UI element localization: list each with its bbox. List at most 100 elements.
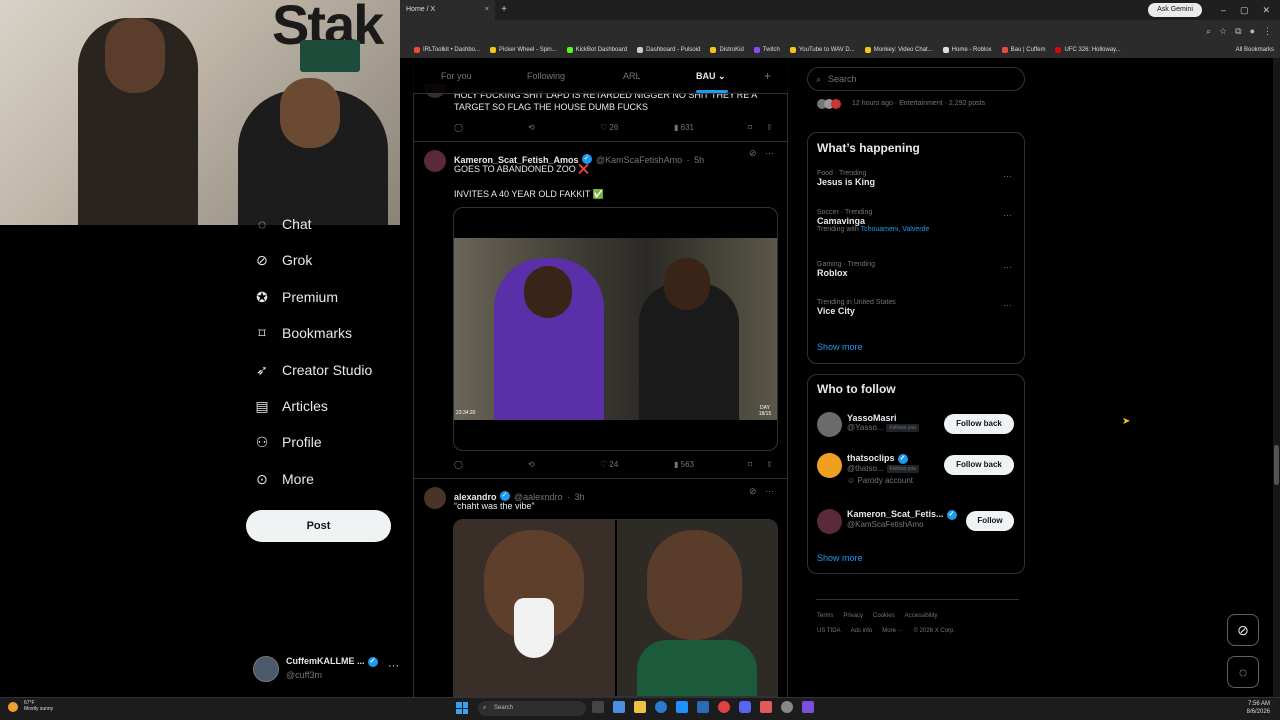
bookmark-item[interactable]: KickBot Dashboard [566,47,627,53]
post-button[interactable]: Post [246,510,391,542]
tab-bau[interactable]: BAU ⌄ [696,58,726,94]
trend-more-icon[interactable]: ··· [1003,262,1012,272]
app-icon[interactable] [613,701,625,713]
nav-item-more[interactable]: ⊙ More [254,464,314,494]
chrome-icon[interactable] [718,701,730,713]
app-icon[interactable] [676,701,688,713]
weather-widget[interactable]: 67°F Mostly sunny [8,700,53,712]
tweet-time[interactable]: 3h [575,492,585,502]
footer-terms[interactable]: Terms [817,613,833,619]
account-name[interactable]: CuffemKALLME ... ✓ [286,656,378,667]
share-icon[interactable]: ⇪ [766,123,773,132]
follow-avatar[interactable] [817,412,842,437]
nav-item-grok[interactable]: ⊘ Grok [254,245,312,275]
bookmark-tweet-icon[interactable]: ⌑ [748,123,752,132]
like-button[interactable]: ♡ 26 [600,123,618,132]
grok-icon[interactable]: ⊘ [749,148,757,159]
grok-fab-icon[interactable]: ⊘ [1227,614,1259,646]
scrollbar-thumb[interactable] [1274,445,1279,485]
bookmark-item[interactable]: Picker Wheel - Spin... [490,47,557,53]
extensions-icon[interactable]: ⧉ [1235,26,1241,37]
minimize-icon[interactable]: – [1221,5,1226,15]
follow-avatar[interactable] [817,509,842,534]
trend-item[interactable]: Soccer · Trending Camavinga Trending wit… [817,209,1017,233]
bookmark-tweet-icon[interactable]: ⌑ [748,460,752,469]
footer-ads-info[interactable]: Ads info [851,628,873,634]
tab-for-you[interactable]: For you [441,58,472,94]
messages-fab-icon[interactable]: ◌ [1227,656,1259,688]
windows-start-icon[interactable] [456,702,468,714]
app-icon[interactable] [802,701,814,713]
taskbar-search[interactable]: ⌕ Search [478,701,586,716]
footer-cookies[interactable]: Cookies [873,613,895,619]
account-avatar[interactable] [253,656,279,682]
nav-item-profile[interactable]: ⚇ Profile [254,427,322,457]
tab-arl[interactable]: ARL [623,58,641,94]
tweet-more-icon[interactable]: ··· [765,148,774,158]
app-icon[interactable] [697,701,709,713]
follow-back-button[interactable]: Follow back [944,414,1014,434]
tweet-image[interactable] [453,519,778,697]
trend-item[interactable]: Trending in United States Vice City [817,299,1017,316]
tweet-time[interactable]: 5h [694,155,704,165]
ask-gemini-button[interactable]: Ask Gemini [1148,3,1202,17]
nav-item-creator-studio[interactable]: ➶ Creator Studio [254,355,372,385]
follow-suggestion[interactable]: thatsoclips ✓ @thatso... Follows you ☺ Par… [847,453,942,485]
tweet-more-icon[interactable]: ··· [765,486,774,496]
bookmark-item[interactable]: YouTube to WAV D... [789,47,855,53]
trend-item[interactable]: Food · Trending Jesus is King [817,170,1017,187]
trend-more-icon[interactable]: ··· [1003,171,1012,181]
browser-tab-active[interactable]: Home / X × [400,0,495,20]
menu-icon[interactable]: ⋮ [1263,26,1272,37]
tab-close-icon[interactable]: × [485,0,489,20]
nav-item-premium[interactable]: ✪ Premium [254,282,338,312]
tweet-avatar[interactable] [424,150,446,172]
retweet-icon[interactable]: ⟲ [528,123,535,132]
follow-button[interactable]: Follow [966,511,1014,531]
nav-item-articles[interactable]: ▤ Articles [254,391,328,421]
search-input[interactable]: ⌕ Search [807,67,1025,91]
follow-avatar[interactable] [817,453,842,478]
follow-back-button[interactable]: Follow back [944,455,1014,475]
retweet-icon[interactable]: ⟲ [528,460,535,469]
bookmark-item[interactable]: Dashboard - Pulsoid [637,47,700,53]
account-more-icon[interactable]: ··· [388,660,399,672]
tweet-avatar[interactable] [424,487,446,509]
obs-icon[interactable] [781,701,793,713]
profile-icon[interactable]: ● [1250,26,1255,36]
reply-icon[interactable]: ◯ [454,123,463,132]
trends-show-more[interactable]: Show more [817,342,863,352]
tweet-video[interactable]: 23:34:20 DAY 18/15 [453,207,778,451]
bookmark-item[interactable]: DistroKid [710,47,744,53]
task-view-icon[interactable] [592,701,604,713]
follow-show-more[interactable]: Show more [817,553,863,563]
add-tab-icon[interactable]: + [764,58,771,94]
discord-icon[interactable] [739,701,751,713]
star-icon[interactable]: ☆ [1219,26,1227,37]
trend-more-icon[interactable]: ··· [1003,210,1012,220]
bookmark-item[interactable]: Twitch [753,47,780,53]
footer-more[interactable]: More ··· [882,628,903,634]
like-button[interactable]: ♡ 24 [600,460,618,469]
bookmark-item[interactable]: Monkey: Video Chat... [864,47,933,53]
views-count[interactable]: ▮ 563 [674,460,694,469]
share-icon[interactable]: ⇪ [766,460,773,469]
tab-following[interactable]: Following [527,58,565,94]
footer-privacy[interactable]: Privacy [843,613,863,619]
nav-item-bookmarks[interactable]: ⌑ Bookmarks [254,318,352,348]
footer-accessibility[interactable]: Accessibility [905,613,938,619]
tweet-author-handle[interactable]: @KamScaFetishAmo [596,155,682,165]
follow-suggestion[interactable]: Kameron_Scat_Fetis... ✓ @KamScaFetishAmo [847,509,962,529]
edge-icon[interactable] [655,701,667,713]
grok-icon[interactable]: ⊘ [749,486,757,497]
zoom-icon[interactable]: ⌕ [1206,26,1211,37]
bookmark-item[interactable]: UFC 326: Holloway... [1055,47,1121,53]
new-tab-button[interactable]: + [498,0,510,20]
bookmark-item[interactable]: Home - Roblox [942,47,992,53]
bookmark-item[interactable]: IRLToolkit • Dashbo... [414,47,480,53]
file-explorer-icon[interactable] [634,701,646,713]
bookmark-item[interactable]: Bau | Cuffem [1001,47,1045,53]
all-bookmarks[interactable]: All Bookmarks [1236,42,1274,58]
maximize-icon[interactable]: ▢ [1240,5,1249,16]
follow-suggestion[interactable]: YassoMasri @Yasso... Follows you [847,413,942,432]
